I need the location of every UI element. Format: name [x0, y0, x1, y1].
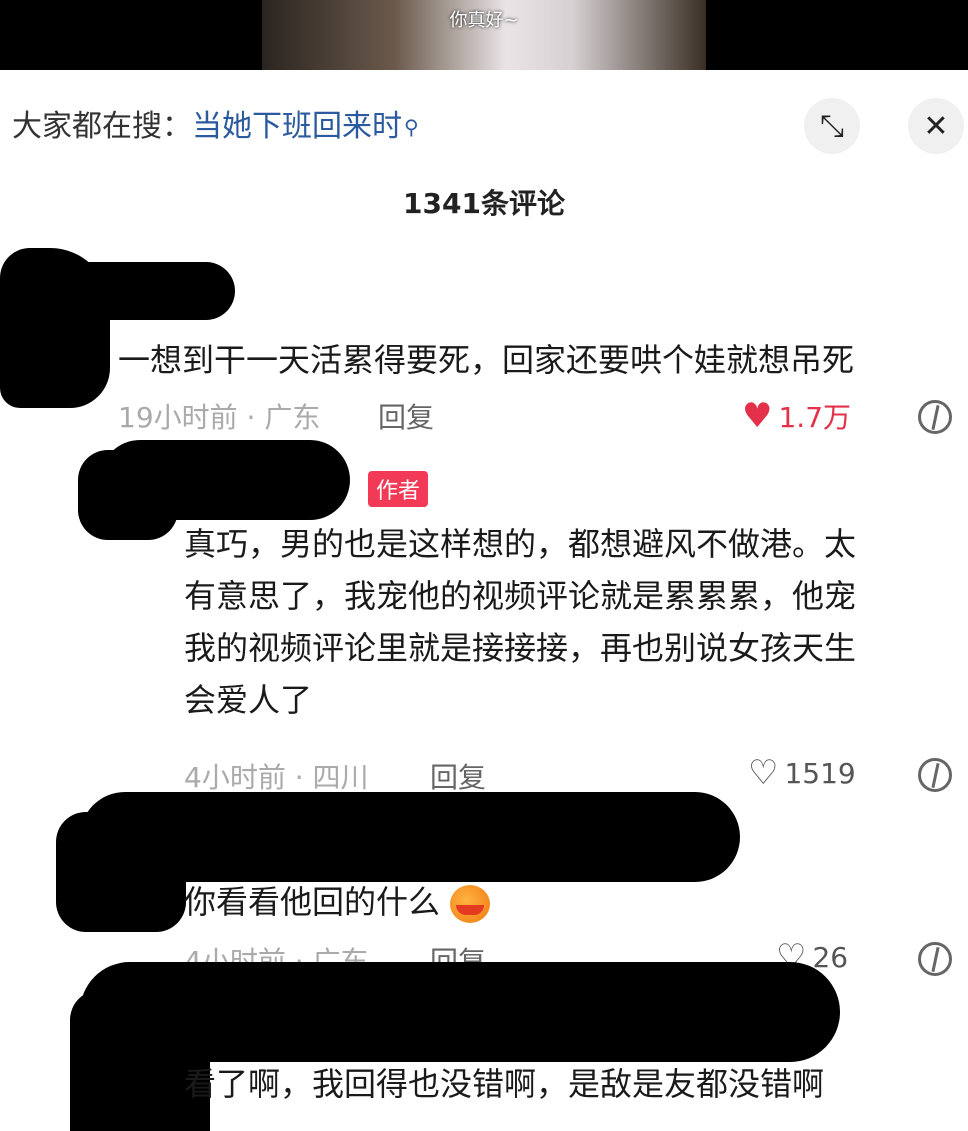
- like-count: 1.7万: [778, 401, 852, 434]
- comments-count-title: 1341条评论: [403, 187, 565, 220]
- author-badge: 作者: [368, 471, 429, 507]
- search-icon: ⚲: [404, 115, 419, 139]
- heart-icon: ♡: [748, 753, 779, 793]
- search-suggestion[interactable]: 大家都在搜：当她下班回来时 ⚲: [12, 104, 419, 150]
- expand-button[interactable]: ⤡: [804, 98, 860, 154]
- search-term-link[interactable]: 当她下班回来时: [192, 109, 402, 144]
- comment-text: 真巧，男的也是这样想的，都想避风不做港。太 有意思了，我宠他的视频评论就是累累累…: [184, 518, 856, 726]
- comment-meta: 19小时前 · 广东: [118, 401, 321, 434]
- reply-button[interactable]: 回复: [430, 756, 486, 796]
- comment-line: 我的视频评论里就是接接接，再也别说女孩天生: [184, 629, 857, 667]
- comment-line: 真巧，男的也是这样想的，都想避风不做港。太: [184, 525, 857, 563]
- redacted-username: [100, 440, 350, 520]
- close-button[interactable]: ✕: [908, 98, 964, 154]
- redacted-username: [60, 262, 235, 320]
- redacted-username: [80, 792, 740, 882]
- search-prefix: 大家都在搜：: [12, 109, 192, 144]
- redacted-username: [80, 962, 840, 1062]
- like-button[interactable]: ♡ 1519: [748, 756, 856, 790]
- broken-heart-icon[interactable]: [918, 942, 952, 976]
- reply-button[interactable]: 回复: [378, 396, 434, 436]
- video-caption: 你真好~: [449, 10, 519, 31]
- like-count: 26: [812, 940, 849, 974]
- broken-heart-icon[interactable]: [918, 758, 952, 792]
- comment-text: 一想到干一天活累得要死，回家还要哄个娃就想吊死: [118, 341, 855, 379]
- broken-heart-icon[interactable]: [918, 400, 952, 434]
- comment-line: 有意思了，我宠他的视频评论就是累累累，他宠: [184, 577, 857, 615]
- heart-icon: ♥: [742, 396, 773, 436]
- like-button[interactable]: ♥ 1.7万: [742, 396, 851, 436]
- kissing-face-emoji-icon: [450, 885, 491, 923]
- comment-meta: 4小时前 · 四川: [184, 761, 369, 794]
- comment-text: 你看看他回的什么: [184, 876, 491, 928]
- comment-line: 会爱人了: [184, 681, 313, 719]
- expand-icon: ⤡: [820, 108, 844, 144]
- close-icon: ✕: [923, 108, 949, 144]
- comment-line: 你看看他回的什么: [184, 883, 441, 921]
- like-count: 1519: [784, 756, 856, 790]
- comment-text: 看了啊，我回得也没错啊，是敌是友都没错啊: [184, 1065, 825, 1103]
- video-player[interactable]: 你真好~: [0, 0, 968, 70]
